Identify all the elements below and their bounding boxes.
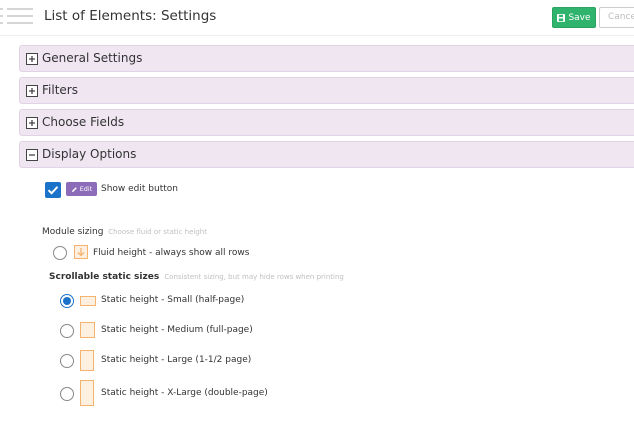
size-large-icon [80, 350, 94, 371]
panel-display-options[interactable]: Display Options [19, 141, 634, 168]
radio-static-large[interactable] [60, 354, 74, 368]
static-medium-label: Static height - Medium (full-page) [101, 325, 253, 335]
panel-choose-fields[interactable]: Choose Fields [19, 109, 634, 136]
page-title: List of Elements: Settings [44, 8, 217, 24]
cancel-button[interactable]: Cancel [599, 7, 634, 28]
module-sizing-hint: Choose fluid or static height [108, 228, 207, 236]
static-xlarge-label: Static height - X-Large (double-page) [101, 388, 268, 398]
panel-label: Choose Fields [42, 115, 125, 129]
minus-box-icon [26, 149, 38, 161]
edit-badge-label: Edit [79, 185, 93, 193]
fluid-height-icon [74, 245, 88, 259]
plus-box-icon [26, 117, 38, 129]
static-large-label: Static height - Large (1-1/2 page) [101, 355, 252, 365]
panel-label: Filters [42, 83, 78, 97]
save-button[interactable]: Save [552, 7, 596, 28]
scrollable-sizes-label: Scrollable static sizes [49, 272, 160, 282]
size-small-icon [80, 296, 96, 306]
pencil-icon [71, 186, 77, 192]
panel-label: Display Options [42, 147, 137, 161]
list-icon [0, 8, 33, 24]
size-medium-icon [80, 322, 95, 338]
show-edit-label: Show edit button [101, 184, 178, 194]
plus-box-icon [26, 53, 38, 65]
panel-general-settings[interactable]: General Settings [19, 45, 634, 72]
panel-label: General Settings [42, 51, 143, 65]
save-button-label: Save [568, 12, 591, 23]
radio-static-small[interactable] [60, 294, 74, 308]
size-xlarge-icon [80, 380, 94, 406]
checkmark-icon [47, 186, 59, 195]
fluid-height-label: Fluid height - always show all rows [93, 248, 250, 258]
scrollable-sizes-hint: Consistent sizing, but may hide rows whe… [164, 273, 344, 281]
plus-box-icon [26, 85, 38, 97]
page-header: List of Elements: Settings Save Cancel [0, 0, 634, 36]
show-edit-checkbox[interactable] [45, 182, 61, 198]
radio-static-medium[interactable] [60, 324, 74, 338]
radio-fluid-height[interactable] [53, 246, 67, 260]
module-sizing-label: Module sizing [42, 227, 104, 237]
floppy-disk-icon [557, 13, 566, 22]
edit-badge: Edit [66, 182, 97, 196]
radio-static-xlarge[interactable] [60, 387, 74, 401]
panel-filters[interactable]: Filters [19, 77, 634, 104]
module-sizing-heading: Module sizing Choose fluid or static hei… [42, 227, 207, 237]
static-small-label: Static height - Small (half-page) [101, 295, 245, 305]
scrollable-sizes-heading: Scrollable static sizes Consistent sizin… [49, 272, 344, 282]
